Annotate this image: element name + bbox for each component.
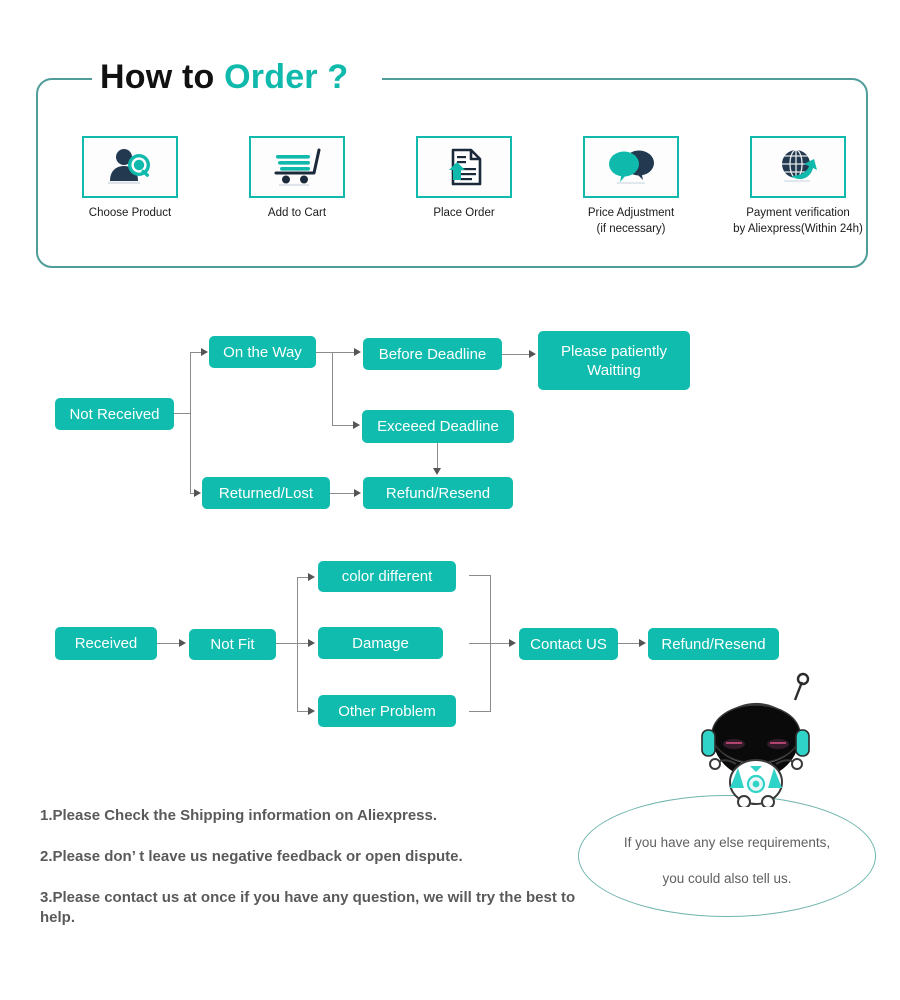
step-place-order: Price Adjustment (if necessary) Place Or… [384, 136, 544, 221]
arrow-to-refund-1 [433, 468, 441, 475]
connector-ontheway-to-before [316, 352, 355, 354]
node-on-the-way[interactable]: On the Way [209, 336, 316, 368]
step-icon-box [583, 136, 679, 198]
connector-ontheway-to-exceed-v [332, 352, 334, 426]
arrow-to-other-problem [308, 707, 315, 715]
step-choose-product: Choose Product [50, 136, 210, 221]
step-label-place-order: Place Order [433, 207, 495, 219]
arrow-to-returned-lost [194, 489, 201, 497]
arrow-to-not-fit [179, 639, 186, 647]
how-to-order-infographic: How to Order ? Choose Product Add to Car… [0, 0, 900, 1000]
arrow-returned-to-refund [354, 489, 361, 497]
note-item: 3.Please contact us at once if you have … [40, 889, 576, 926]
node-contact-us[interactable]: Contact US [519, 628, 618, 660]
connector-ontheway-to-exceed-h [332, 425, 354, 427]
node-returned-lost[interactable]: Returned/Lost [202, 477, 330, 509]
step-price-adjustment: Price Adjustment (if necessary) [551, 136, 711, 237]
arrow-to-color-different [308, 573, 315, 581]
connector-notfit-out [276, 643, 298, 645]
connector-not-received-out [174, 413, 191, 415]
connector-received-to-notfit [157, 643, 180, 645]
speech-bubble-line1: If you have any else requirements, [623, 835, 831, 850]
step-label: Choose Product [88, 207, 172, 219]
connector-merge-bottom [469, 711, 491, 713]
node-refund-resend-1[interactable]: Refund/Resend [363, 477, 513, 509]
node-not-fit[interactable]: Not Fit [189, 629, 276, 660]
connector-not-received-bus [190, 352, 192, 493]
page-title: How to Order ? [100, 54, 348, 100]
arrow-to-please-wait [529, 350, 536, 358]
speech-bubble-line2: you could also tell us. [662, 871, 792, 886]
steps-row: Choose Product Add to Cart Place Order P… [50, 136, 863, 256]
node-not-received[interactable]: Not Received [55, 398, 174, 430]
step-label: Payment verification by Aliexpress(Withi… [733, 207, 863, 235]
step-add-to-cart: Add to Cart [217, 136, 377, 221]
page-title-part1: How to [100, 58, 225, 96]
node-please-wait[interactable]: Please patiently Waitting [538, 331, 690, 390]
node-damage[interactable]: Damage [318, 627, 443, 659]
note-item: 2.Please don’ t leave us negative feedba… [40, 848, 463, 865]
node-color-different[interactable]: color different [318, 561, 456, 592]
speech-bubble-text: If you have any else requirements, you c… [578, 825, 876, 897]
step-payment-verification: Payment verification by Aliexpress(Withi… [718, 136, 878, 237]
connector-merge-top [469, 575, 491, 577]
step-icon-box [82, 136, 178, 198]
astronaut-mascot-icon [690, 672, 822, 809]
arrow-to-refund-2 [639, 639, 646, 647]
notes-list: 1.Please Check the Shipping information … [40, 806, 600, 949]
step-label: Price Adjustment (if necessary) [587, 207, 675, 235]
node-refund-resend-2[interactable]: Refund/Resend [648, 628, 779, 660]
arrow-to-before-deadline [354, 348, 361, 356]
arrow-to-on-the-way [201, 348, 208, 356]
node-other-problem[interactable]: Other Problem [318, 695, 456, 727]
node-before-deadline[interactable]: Before Deadline [363, 338, 502, 370]
connector-returned-to-refund [330, 493, 355, 495]
connector-merge-to-contact [469, 643, 510, 645]
connector-exceed-to-refund [437, 443, 439, 470]
arrow-to-contact-us [509, 639, 516, 647]
connector-contact-to-refund [618, 643, 640, 645]
arrow-to-exceed-deadline [353, 421, 360, 429]
step-icon-box [249, 136, 345, 198]
arrow-to-damage [308, 639, 315, 647]
step-icon-box [416, 136, 512, 198]
node-received[interactable]: Received [55, 627, 157, 660]
step-icon-box [750, 136, 846, 198]
page-title-part2: Order ? [224, 58, 349, 96]
node-exceed-deadline[interactable]: Exceeed Deadline [362, 410, 514, 443]
note-item: 1.Please Check the Shipping information … [40, 807, 438, 824]
step-label: Add to Cart [267, 207, 327, 219]
connector-before-to-wait [502, 354, 530, 356]
